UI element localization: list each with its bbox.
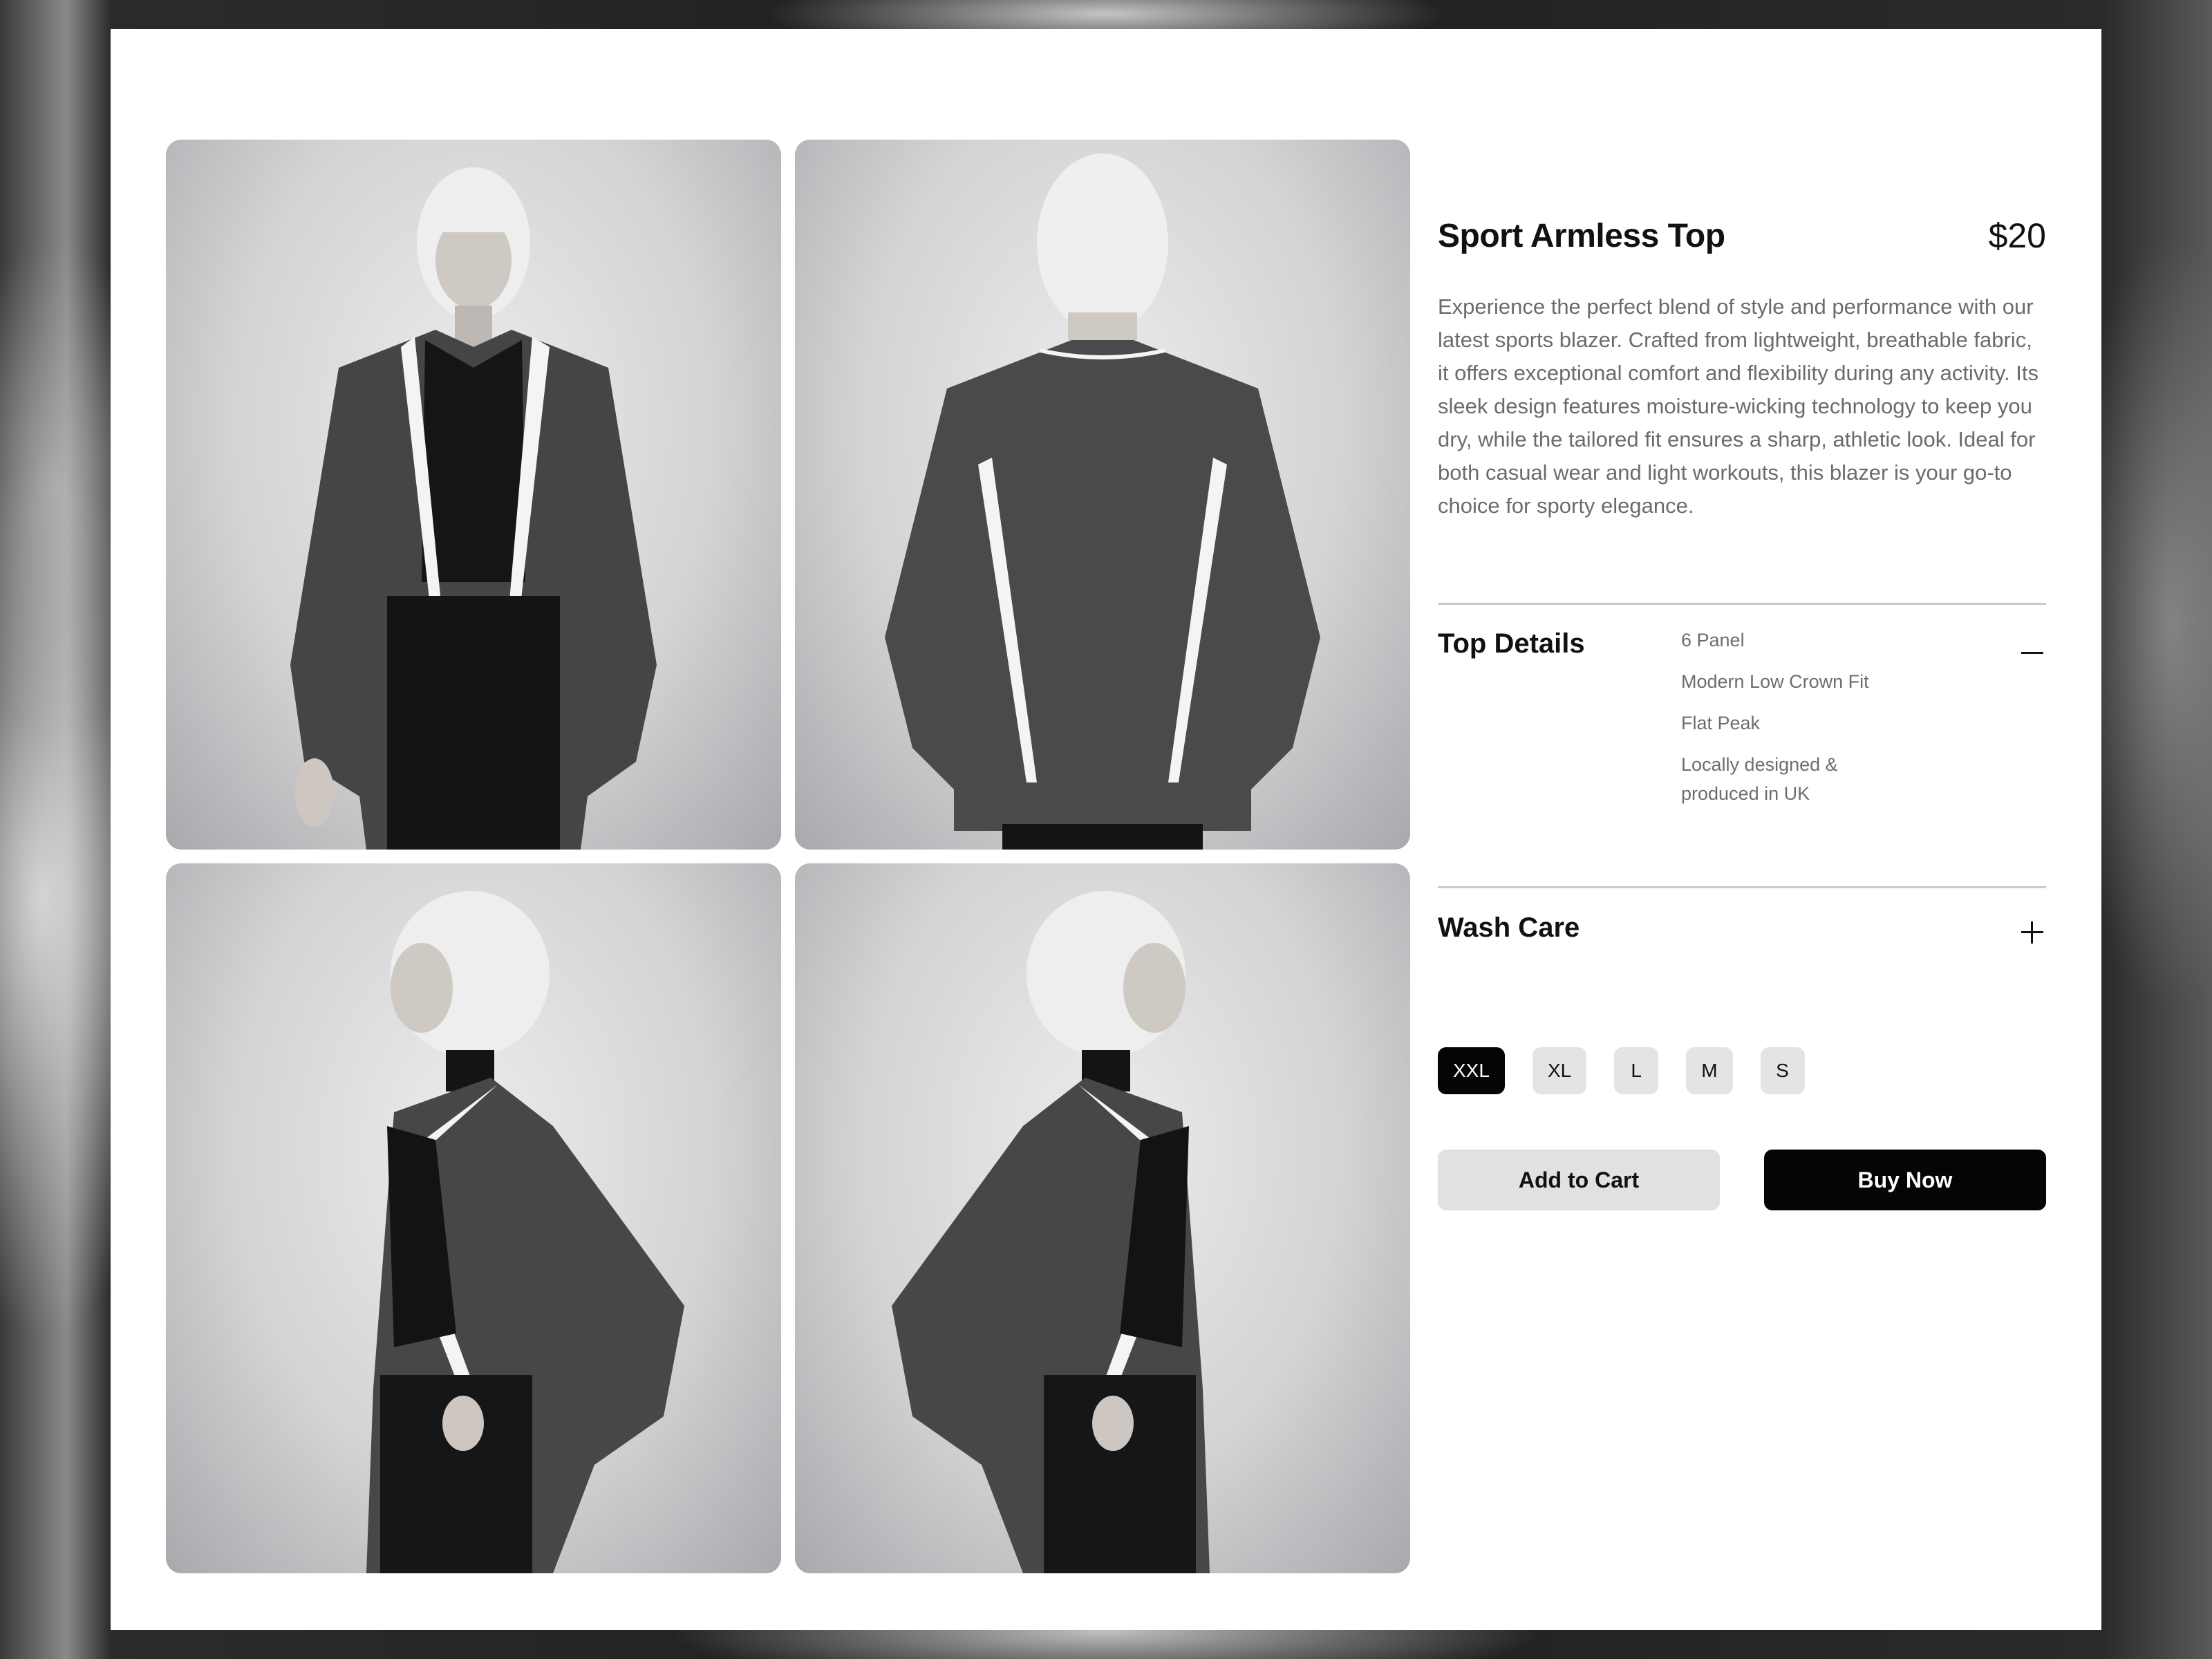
- detail-item: Flat Peak: [1681, 713, 1761, 733]
- add-to-cart-button[interactable]: Add to Cart: [1438, 1150, 1720, 1210]
- size-option-xxl[interactable]: XXL: [1438, 1047, 1505, 1094]
- product-image-front[interactable]: [166, 140, 781, 850]
- product-description: Experience the perfect blend of style an…: [1438, 294, 2038, 518]
- size-option-s[interactable]: S: [1760, 1047, 1805, 1094]
- top-details-section: Top Details 6 Panel Modern Low Crown Fit…: [1438, 605, 2046, 886]
- detail-item: 6 Panel: [1681, 630, 1745, 650]
- top-details-list: 6 Panel Modern Low Crown Fit Flat Peak L…: [1681, 626, 1909, 821]
- product-title: Sport Armless Top: [1438, 217, 1725, 254]
- product-image-right-profile[interactable]: [795, 863, 1410, 1573]
- product-gallery: [166, 140, 1410, 1604]
- buy-now-button[interactable]: Buy Now: [1764, 1150, 2046, 1210]
- top-details-title[interactable]: Top Details: [1438, 626, 1681, 659]
- minus-icon[interactable]: [2018, 639, 2046, 667]
- product-image-left-profile[interactable]: [166, 863, 781, 1573]
- product-price: $20: [1988, 216, 2046, 255]
- product-image-back[interactable]: [795, 140, 1410, 850]
- wash-care-title[interactable]: Wash Care: [1438, 910, 1681, 944]
- size-option-xl[interactable]: XL: [1532, 1047, 1587, 1094]
- plus-icon[interactable]: [2018, 919, 2046, 946]
- purchase-actions: Add to Cart Buy Now: [1438, 1150, 2046, 1210]
- detail-item: Locally designed & produced in UK: [1681, 754, 1838, 804]
- size-option-m[interactable]: M: [1686, 1047, 1733, 1094]
- wash-care-section[interactable]: Wash Care: [1438, 888, 2046, 964]
- product-card: Sport Armless Top $20 Experience the per…: [111, 29, 2101, 1630]
- product-info-panel: Sport Armless Top $20 Experience the per…: [1438, 140, 2046, 1210]
- title-row: Sport Armless Top $20: [1438, 216, 2046, 256]
- size-option-l[interactable]: L: [1614, 1047, 1659, 1094]
- size-selector: XXL XL L M S: [1438, 1047, 2046, 1094]
- detail-item: Modern Low Crown Fit: [1681, 671, 1869, 692]
